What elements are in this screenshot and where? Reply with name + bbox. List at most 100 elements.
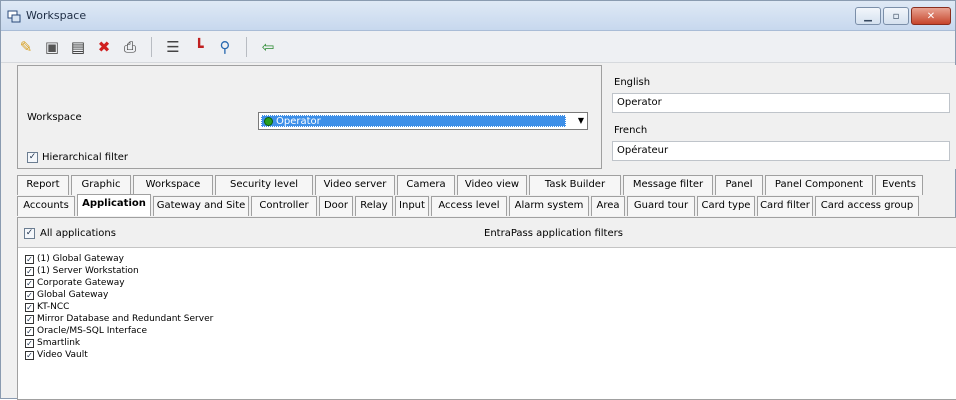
new-button[interactable]: ✎	[15, 36, 37, 58]
french-label: French	[614, 125, 648, 136]
tab-door[interactable]: Door	[319, 196, 353, 216]
tabs-row-2: Accounts Application Gateway and Site Co…	[17, 194, 921, 216]
tab-card-type[interactable]: Card type	[697, 196, 755, 216]
list-item-label: (1) Global Gateway	[37, 254, 124, 264]
list-icon: ☰	[166, 37, 180, 56]
checkbox-checked-icon: ✓	[25, 326, 34, 336]
new-icon: ✎	[19, 37, 33, 56]
print-button[interactable]: ⎙	[119, 36, 141, 58]
hierarchical-filter-checkbox[interactable]: ✓ Hierarchical filter	[27, 152, 128, 163]
search-button[interactable]: ⚲	[214, 36, 236, 58]
list-item[interactable]: ✓ (1) Global Gateway	[25, 253, 956, 265]
link-button[interactable]: ┗	[188, 36, 210, 58]
tab-video-server[interactable]: Video server	[315, 175, 395, 195]
minimize-button[interactable]: ▁	[855, 7, 881, 25]
list-item-label: Corporate Gateway	[37, 278, 125, 288]
workspace-window: Workspace ▁ ▫ ✕ ✎ ▣ ▤ ✖ ⎙ ☰ ┗ ⚲ ⇦ Worksp…	[0, 0, 956, 400]
list-item-label: Global Gateway	[37, 290, 109, 300]
toolbar-separator	[151, 36, 152, 57]
workspace-dropdown[interactable]: Operator ▼	[258, 112, 588, 130]
list-item[interactable]: ✓ KT-NCC	[25, 301, 956, 313]
tab-task-builder[interactable]: Task Builder	[529, 175, 621, 195]
list-item-label: Video Vault	[37, 350, 88, 360]
checkbox-checked-icon: ✓	[25, 290, 34, 300]
workspace-dropdown-value: Operator	[261, 115, 566, 127]
hierarchical-filter-label: Hierarchical filter	[42, 152, 129, 163]
chevron-down-icon: ▼	[577, 116, 584, 125]
workspace-app-icon	[7, 10, 21, 22]
tab-security-level[interactable]: Security level	[215, 175, 313, 195]
all-applications-checkbox[interactable]: ✓ All applications	[24, 228, 116, 239]
checkbox-checked-icon: ✓	[25, 254, 34, 264]
tab-card-filter[interactable]: Card filter	[757, 196, 813, 216]
french-field[interactable]: Opérateur	[612, 141, 950, 161]
tab-camera[interactable]: Camera	[397, 175, 455, 195]
list-item[interactable]: ✓ Video Vault	[25, 349, 956, 361]
tab-alarm-system[interactable]: Alarm system	[509, 196, 589, 216]
minimize-icon: ▁	[864, 10, 872, 22]
list-item-label: Oracle/MS-SQL Interface	[37, 326, 148, 336]
english-field[interactable]: Operator	[612, 93, 950, 113]
maximize-icon: ▫	[892, 10, 900, 22]
close-button[interactable]: ✕	[911, 7, 951, 25]
tab-area[interactable]: Area	[591, 196, 625, 216]
save-as-button[interactable]: ▤	[67, 36, 89, 58]
exit-icon: ⇦	[261, 37, 275, 56]
application-filters-header: ✓ All applications EntraPass application…	[18, 218, 956, 248]
tab-events[interactable]: Events	[875, 175, 923, 195]
list-item[interactable]: ✓ Corporate Gateway	[25, 277, 956, 289]
workspace-selection-box: Workspace Operator ▼ ✓ Hierarchical filt…	[17, 65, 602, 169]
workspace-status-icon	[264, 117, 273, 126]
exit-button[interactable]: ⇦	[257, 36, 279, 58]
tabs-row-1: Report Graphic Workspace Security level …	[17, 175, 925, 195]
list-item-label: Mirror Database and Redundant Server	[37, 314, 214, 324]
tab-input[interactable]: Input	[395, 196, 429, 216]
tab-relay[interactable]: Relay	[355, 196, 393, 216]
checkbox-checked-icon: ✓	[25, 314, 34, 324]
list-item-label: Smartlink	[37, 338, 81, 348]
checkbox-checked-icon: ✓	[25, 350, 34, 360]
list-item[interactable]: ✓ Mirror Database and Redundant Server	[25, 313, 956, 325]
tab-gateway-and-site[interactable]: Gateway and Site	[153, 196, 249, 216]
list-item[interactable]: ✓ Global Gateway	[25, 289, 956, 301]
search-icon: ⚲	[219, 37, 231, 56]
link-icon: ┗	[194, 37, 204, 56]
application-list: ✓ (1) Global Gateway ✓ (1) Server Workstat…	[18, 248, 956, 361]
delete-icon: ✖	[97, 37, 111, 56]
list-item[interactable]: ✓ (1) Server Workstation	[25, 265, 956, 277]
workspace-value-text: Operator	[276, 116, 321, 127]
tab-report[interactable]: Report	[17, 175, 69, 195]
list-item[interactable]: ✓ Smartlink	[25, 337, 956, 349]
tab-panel-component[interactable]: Panel Component	[765, 175, 873, 195]
tab-access-level[interactable]: Access level	[431, 196, 507, 216]
checkbox-checked-icon: ✓	[25, 278, 34, 288]
tab-accounts[interactable]: Accounts	[17, 196, 75, 216]
english-label: English	[614, 77, 651, 88]
list-item[interactable]: ✓ Oracle/MS-SQL Interface	[25, 325, 956, 337]
tab-panel[interactable]: Panel	[715, 175, 763, 195]
tab-video-view[interactable]: Video view	[457, 175, 527, 195]
window-title: Workspace	[26, 9, 87, 22]
save-as-icon: ▤	[70, 37, 86, 56]
tab-guard-tour[interactable]: Guard tour	[627, 196, 695, 216]
tab-workspace[interactable]: Workspace	[133, 175, 213, 195]
title-bar: Workspace ▁ ▫ ✕	[1, 1, 955, 31]
tab-application[interactable]: Application	[77, 194, 151, 216]
maximize-button[interactable]: ▫	[883, 7, 909, 25]
checkbox-checked-icon: ✓	[25, 302, 34, 312]
all-applications-label: All applications	[40, 228, 116, 239]
tab-card-access-group[interactable]: Card access group	[815, 196, 919, 216]
list-item-label: (1) Server Workstation	[37, 266, 139, 276]
print-icon: ⎙	[123, 37, 136, 56]
checkbox-checked-icon: ✓	[24, 228, 35, 239]
tab-controller[interactable]: Controller	[251, 196, 317, 216]
save-button[interactable]: ▣	[41, 36, 63, 58]
tab-graphic[interactable]: Graphic	[71, 175, 131, 195]
language-box: English Operator French Opérateur	[605, 65, 956, 169]
delete-button[interactable]: ✖	[93, 36, 115, 58]
application-tab-content: ✓ All applications EntraPass application…	[17, 217, 956, 400]
workspace-label: Workspace	[27, 112, 82, 123]
tab-message-filter[interactable]: Message filter	[623, 175, 713, 195]
list-button[interactable]: ☰	[162, 36, 184, 58]
workspace-header-panel: Workspace Operator ▼ ✓ Hierarchical filt…	[17, 65, 956, 169]
